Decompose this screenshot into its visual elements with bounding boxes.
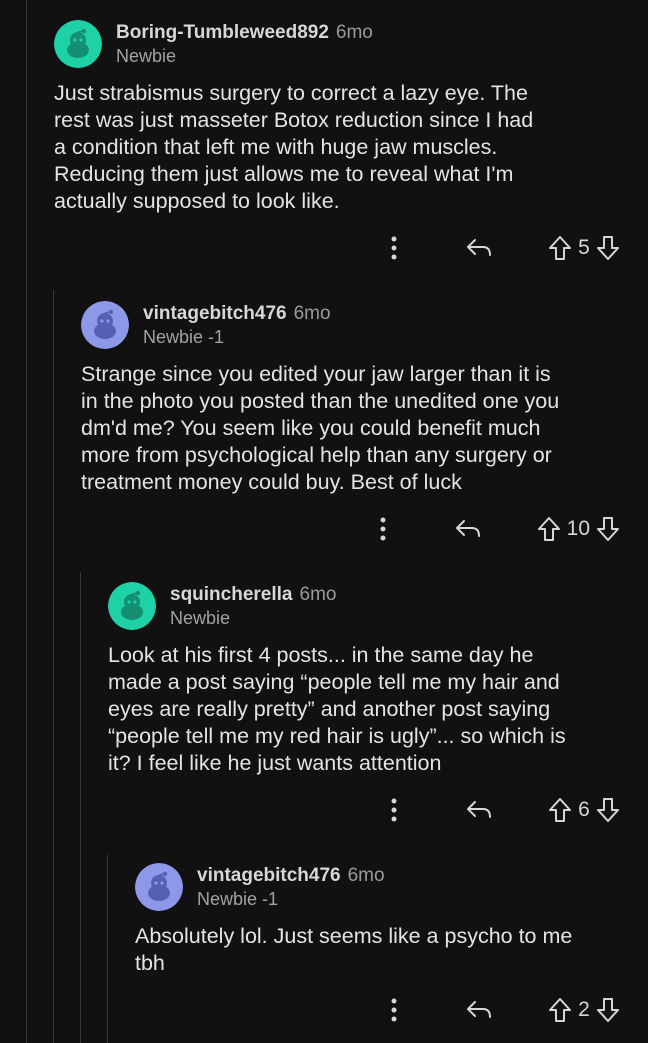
avatar[interactable] bbox=[108, 582, 156, 630]
comment: vintagebitch476 6mo Newbie -1 Absolutely … bbox=[135, 863, 648, 1033]
comment-age: 6mo bbox=[299, 584, 337, 605]
user-flair: Newbie bbox=[170, 608, 231, 628]
thread-line bbox=[80, 572, 81, 1043]
avatar[interactable] bbox=[54, 20, 102, 68]
user-flair: Newbie -1 bbox=[143, 327, 225, 347]
avatar[interactable] bbox=[135, 863, 183, 911]
more-vertical-icon bbox=[391, 236, 397, 260]
vote-count: 10 bbox=[566, 517, 590, 540]
comment-actions: 6 bbox=[384, 794, 620, 826]
comment-body: Just strabismus surgery to correct a laz… bbox=[54, 81, 534, 213]
user-flair: Newbie -1 bbox=[197, 889, 279, 909]
comment-body: Strange since you edited your jaw larger… bbox=[81, 362, 560, 494]
comment-body: Absolutely lol. Just seems like a psycho… bbox=[135, 924, 573, 975]
thread-line bbox=[26, 0, 27, 1043]
downvote-button[interactable] bbox=[596, 516, 620, 542]
snoo-avatar-icon bbox=[135, 863, 183, 911]
vote-count: 5 bbox=[578, 236, 590, 259]
snoo-avatar-icon bbox=[54, 20, 102, 68]
more-options-button[interactable] bbox=[373, 517, 393, 541]
comment: vintagebitch476 6mo Newbie -1 Strange sin… bbox=[81, 301, 648, 551]
comment-author[interactable]: vintagebitch476 bbox=[197, 865, 341, 886]
downvote-button[interactable] bbox=[596, 797, 620, 823]
reply-arrow-icon bbox=[455, 520, 480, 537]
more-options-button[interactable] bbox=[384, 998, 404, 1022]
comment-actions: 2 bbox=[384, 994, 620, 1026]
vote-count: 2 bbox=[578, 998, 590, 1021]
upvote-button[interactable] bbox=[548, 235, 572, 261]
user-flair: Newbie bbox=[116, 46, 177, 66]
downvote-arrow-icon bbox=[597, 517, 619, 541]
comment-actions: 10 bbox=[373, 513, 620, 545]
upvote-button[interactable] bbox=[537, 516, 561, 542]
upvote-arrow-icon bbox=[549, 236, 571, 260]
upvote-arrow-icon bbox=[549, 998, 571, 1022]
upvote-arrow-icon bbox=[549, 798, 571, 822]
vote-count: 6 bbox=[578, 798, 590, 821]
thread-line bbox=[107, 855, 108, 1043]
more-vertical-icon bbox=[391, 798, 397, 822]
upvote-arrow-icon bbox=[537, 517, 560, 541]
reply-button[interactable] bbox=[462, 236, 496, 260]
upvote-button[interactable] bbox=[548, 797, 572, 823]
thread-line bbox=[53, 290, 54, 1043]
comment-author[interactable]: vintagebitch476 bbox=[143, 303, 287, 324]
more-options-button[interactable] bbox=[384, 236, 404, 260]
upvote-button[interactable] bbox=[548, 997, 572, 1023]
downvote-arrow-icon bbox=[597, 998, 619, 1022]
reply-arrow-icon bbox=[467, 239, 491, 256]
downvote-button[interactable] bbox=[596, 997, 620, 1023]
reply-button[interactable] bbox=[451, 517, 485, 541]
downvote-button[interactable] bbox=[596, 235, 620, 261]
more-vertical-icon bbox=[391, 998, 397, 1022]
more-options-button[interactable] bbox=[384, 798, 404, 822]
comment-age: 6mo bbox=[347, 865, 385, 886]
comment-age: 6mo bbox=[293, 303, 331, 324]
comment: squincherella 6mo Newbie Look at his firs… bbox=[108, 582, 648, 832]
downvote-arrow-icon bbox=[597, 236, 619, 260]
snoo-avatar-icon bbox=[108, 582, 156, 630]
more-vertical-icon bbox=[380, 517, 386, 541]
reply-button[interactable] bbox=[462, 798, 496, 822]
reply-button[interactable] bbox=[462, 998, 496, 1022]
reply-arrow-icon bbox=[467, 801, 491, 818]
downvote-arrow-icon bbox=[597, 798, 619, 822]
snoo-avatar-icon bbox=[81, 301, 129, 349]
comment: Boring-Tumbleweed892 6mo Newbie Just stra… bbox=[54, 20, 648, 270]
comment-author[interactable]: squincherella bbox=[170, 584, 293, 605]
comment-author[interactable]: Boring-Tumbleweed892 bbox=[116, 22, 329, 43]
avatar[interactable] bbox=[81, 301, 129, 349]
comment-body: Look at his first 4 posts... in the same… bbox=[108, 643, 566, 775]
comment-age: 6mo bbox=[335, 22, 373, 43]
comment-actions: 5 bbox=[384, 232, 620, 264]
reply-arrow-icon bbox=[467, 1001, 491, 1018]
